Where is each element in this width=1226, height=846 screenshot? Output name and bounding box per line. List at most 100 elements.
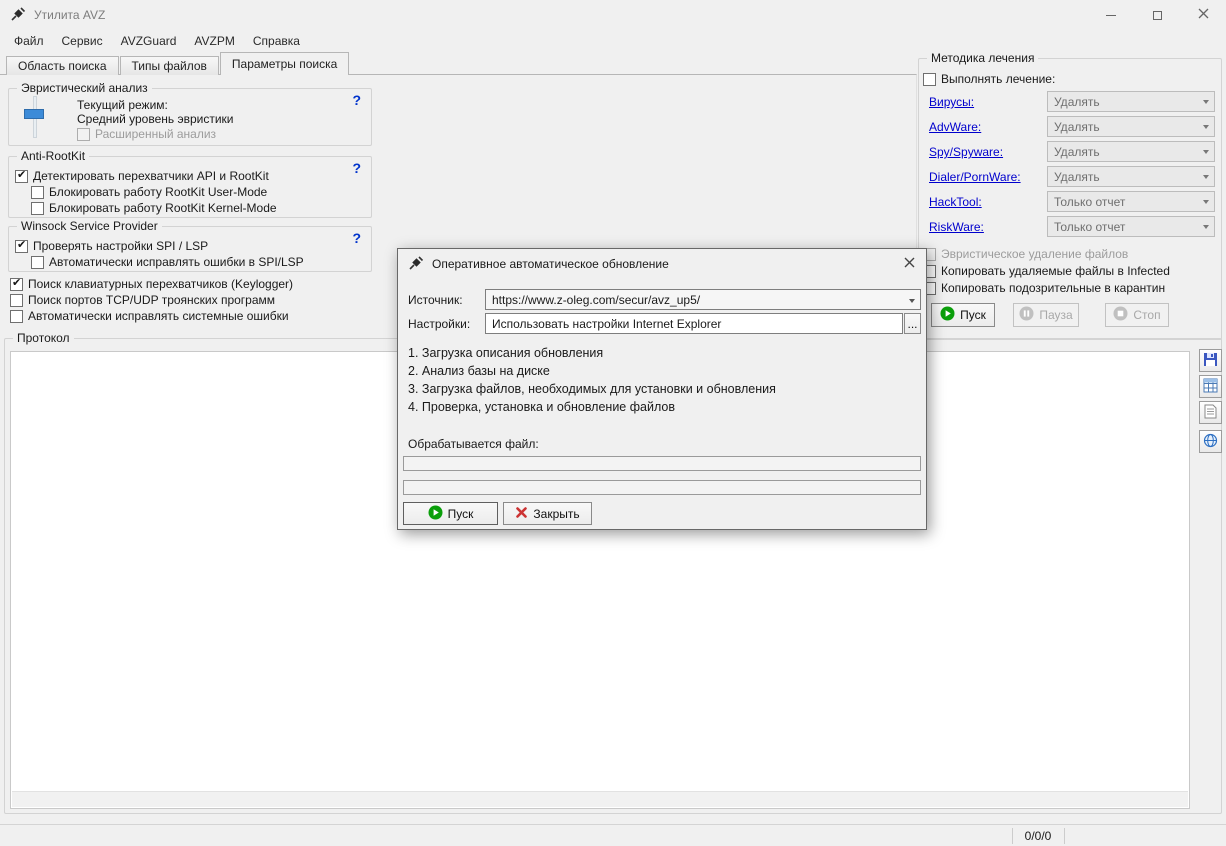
processing-file-label: Обрабатывается файл: (408, 437, 539, 451)
minimize-button[interactable] (1088, 0, 1134, 30)
group-heuristic-analysis: Эвристический анализ ? Текущий режим: Ср… (8, 81, 372, 146)
horizontal-scrollbar[interactable] (12, 791, 1188, 807)
checkbox-row-keylogger[interactable]: Поиск клавиатурных перехватчиков (Keylog… (10, 276, 294, 291)
stop-scan-button[interactable]: Стоп (1105, 303, 1169, 327)
checkbox[interactable] (15, 168, 28, 183)
open-log-button[interactable] (1199, 401, 1222, 424)
checkbox-row-perform-treatment[interactable]: Выполнять лечение: (923, 72, 1055, 86)
close-button[interactable] (1180, 0, 1226, 30)
checkbox[interactable] (15, 238, 28, 253)
chevron-down-icon (909, 299, 915, 303)
chevron-down-icon (1203, 100, 1209, 104)
field-value: Использовать настройки Internet Explorer (492, 316, 722, 331)
category-link-spyware[interactable]: Spy/Spyware: (929, 145, 1003, 159)
category-link-riskware[interactable]: RiskWare: (929, 220, 984, 234)
action-dropdown-advware[interactable]: Удалять (1047, 116, 1215, 137)
checkbox-row-block-kernelmode[interactable]: Блокировать работу RootKit Kernel-Mode (31, 201, 277, 215)
window-title: Утилита AVZ (34, 8, 106, 22)
start-scan-button[interactable]: Пуск (931, 303, 995, 327)
checkbox-label: Расширенный анализ (95, 127, 217, 141)
checkbox[interactable] (10, 293, 23, 307)
play-icon (940, 306, 955, 324)
tab-file-types[interactable]: Типы файлов (119, 56, 219, 75)
source-label: Источник: (408, 293, 463, 307)
checkbox-label: Эвристическое удаление файлов (941, 247, 1129, 261)
checkbox[interactable] (923, 72, 936, 86)
button-label: Пуск (960, 308, 986, 322)
checkbox-row-heuristic-delete[interactable]: Эвристическое удаление файлов (923, 247, 1128, 261)
update-step: 1. Загрузка описания обновления (408, 346, 604, 360)
menu-avzpm[interactable]: AVZPM (185, 31, 243, 51)
checkbox[interactable] (31, 255, 44, 269)
chevron-down-icon (1203, 225, 1209, 229)
checkbox-row-check-spi[interactable]: Проверять настройки SPI / LSP (15, 238, 208, 253)
dropdown-value: Удалять (1054, 119, 1100, 134)
checkbox-row-tcp-ports[interactable]: Поиск портов TCP/UDP троянских программ (10, 293, 275, 307)
ellipsis-label: ... (907, 316, 918, 331)
current-mode-value: Средний уровень эвристики (77, 112, 234, 126)
statusbar-counters: 0/0/0 (1024, 829, 1052, 843)
slider-handle[interactable] (24, 109, 44, 119)
avz-main-window: Утилита AVZ Файл Сервис AVZGuard AVZPM С… (0, 0, 1226, 846)
checkbox[interactable] (10, 309, 23, 323)
checkbox[interactable] (31, 185, 44, 199)
action-dropdown-spyware[interactable]: Удалять (1047, 141, 1215, 162)
heuristics-level-slider[interactable] (23, 94, 47, 140)
update-steps: 1. Загрузка описания обновления 2. Анали… (408, 344, 776, 416)
action-dropdown-viruses[interactable]: Удалять (1047, 91, 1215, 112)
checkbox[interactable] (77, 127, 90, 141)
help-link[interactable]: ? (352, 230, 361, 246)
tab-search-area[interactable]: Область поиска (6, 56, 119, 75)
checkbox-row-detect-hooks[interactable]: Детектировать перехватчики API и RootKit (15, 168, 269, 183)
checkbox-row-fix-spi[interactable]: Автоматически исправлять ошибки в SPI/LS… (31, 255, 304, 269)
checkbox-label: Поиск клавиатурных перехватчиков (Keylog… (28, 277, 294, 291)
menu-service[interactable]: Сервис (53, 31, 112, 51)
checkbox-label: Копировать удаляемые файлы в Infected (941, 264, 1170, 278)
action-dropdown-dialer[interactable]: Удалять (1047, 166, 1215, 187)
action-dropdown-riskware[interactable]: Только отчет (1047, 216, 1215, 237)
help-link[interactable]: ? (352, 92, 361, 108)
progress-bar-current (403, 456, 921, 471)
start-update-button[interactable]: Пуск (403, 502, 498, 525)
category-link-dialer[interactable]: Dialer/PornWare: (929, 170, 1021, 184)
dialog-close-button[interactable] (898, 254, 920, 274)
checkbox-row-fix-system-errors[interactable]: Автоматически исправлять системные ошибк… (10, 309, 289, 323)
source-combobox[interactable]: https://www.z-oleg.com/secur/avz_up5/ (485, 289, 921, 310)
checkbox[interactable] (10, 276, 23, 291)
play-icon (428, 505, 443, 523)
browse-settings-button[interactable]: ... (904, 313, 921, 334)
close-update-button[interactable]: Закрыть (503, 502, 592, 525)
maximize-button[interactable] (1134, 0, 1180, 30)
checkbox-label: Блокировать работу RootKit User-Mode (49, 185, 268, 199)
checkbox-row-block-usermode[interactable]: Блокировать работу RootKit User-Mode (31, 185, 267, 199)
tab-search-params[interactable]: Параметры поиска (219, 52, 350, 75)
log-settings-button[interactable] (1199, 375, 1222, 398)
checkbox-label: Детектировать перехватчики API и RootKit (33, 169, 269, 183)
checkbox-row-extended-analysis[interactable]: Расширенный анализ (77, 127, 216, 141)
checkbox-label: Автоматически исправлять системные ошибк… (28, 309, 289, 323)
category-link-viruses[interactable]: Вирусы: (929, 95, 974, 109)
group-treatment: Методика лечения Выполнять лечение: Виру… (918, 51, 1222, 340)
help-link[interactable]: ? (352, 160, 361, 176)
button-label: Закрыть (533, 506, 580, 521)
group-winsock: Winsock Service Provider ? Проверять нас… (8, 219, 372, 272)
maximize-icon (1152, 10, 1162, 20)
save-log-button[interactable] (1199, 349, 1222, 372)
close-icon (904, 257, 915, 271)
menu-file[interactable]: Файл (5, 31, 53, 51)
menu-help[interactable]: Справка (244, 31, 309, 51)
pause-scan-button[interactable]: Пауза (1013, 303, 1079, 327)
grid-icon (1203, 378, 1218, 396)
chevron-down-icon (1203, 150, 1209, 154)
button-label: Пауза (1039, 308, 1073, 322)
settings-field[interactable]: Использовать настройки Internet Explorer (485, 313, 903, 334)
web-update-button[interactable] (1199, 430, 1222, 453)
checkbox-row-copy-quarantine[interactable]: Копировать подозрительные в карантин (923, 281, 1165, 295)
checkbox-label: Копировать подозрительные в карантин (941, 281, 1166, 295)
checkbox-row-copy-infected[interactable]: Копировать удаляемые файлы в Infected (923, 264, 1170, 278)
category-link-hacktool[interactable]: HackTool: (929, 195, 982, 209)
menu-avzguard[interactable]: AVZGuard (112, 31, 186, 51)
checkbox[interactable] (31, 201, 44, 215)
category-link-advware[interactable]: AdvWare: (929, 120, 981, 134)
action-dropdown-hacktool[interactable]: Только отчет (1047, 191, 1215, 212)
